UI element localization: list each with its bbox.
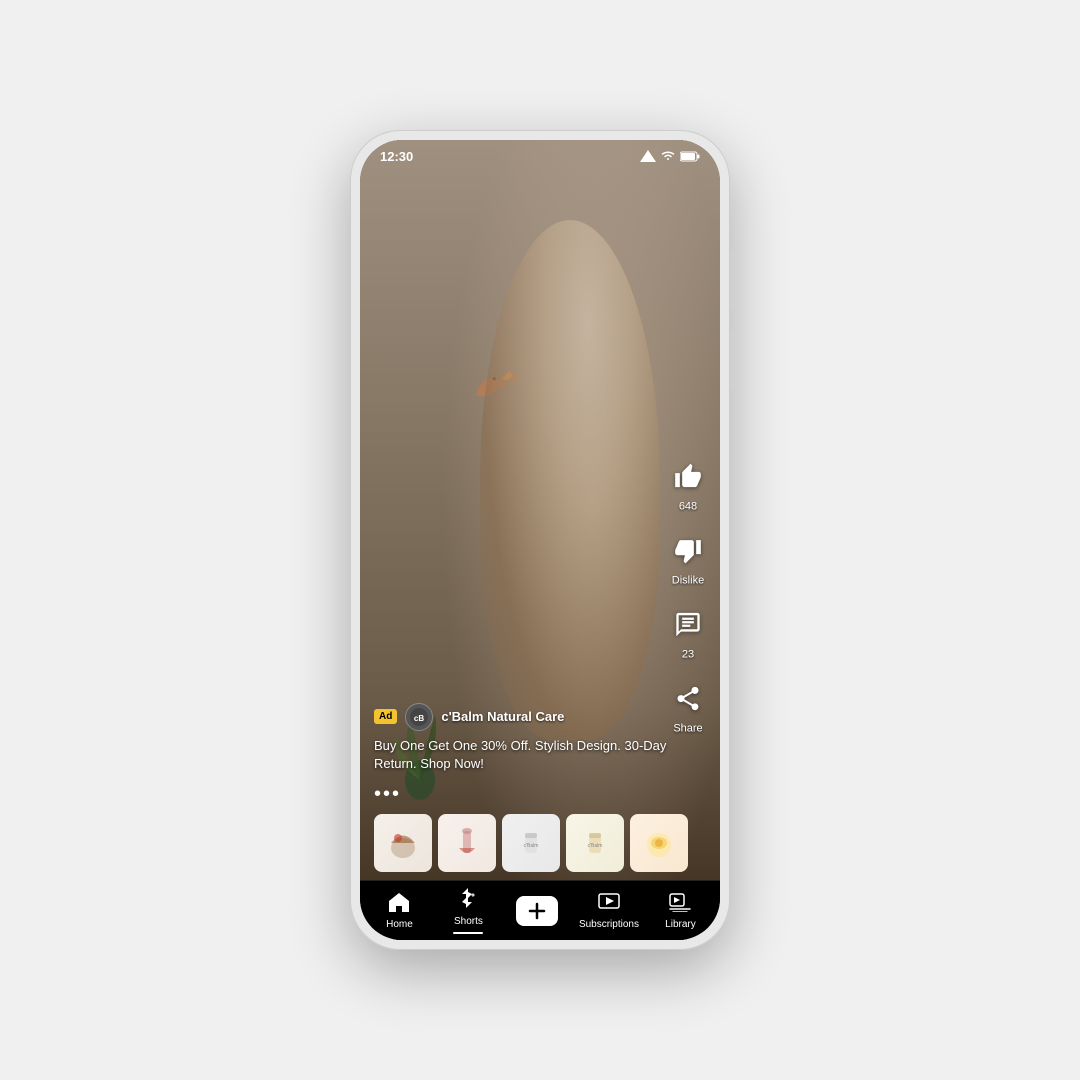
nav-home[interactable]: Home [372,892,427,930]
signal-icon [640,150,656,162]
battery-icon [680,151,700,162]
like-button[interactable]: 648 [668,457,708,513]
svg-text:c'Balm: c'Balm [588,843,603,849]
comment-count: 23 [682,649,694,661]
phone-screen: 12:30 [360,140,720,940]
person-silhouette [480,220,660,740]
status-bar: 12:30 [360,140,720,172]
time-display: 12:30 [380,149,413,164]
bottom-navigation: Home Shorts [360,880,720,940]
nav-shorts[interactable]: Shorts [441,887,496,934]
wifi-icon [661,151,675,161]
nav-library[interactable]: Library [653,892,708,930]
product-thumb-3[interactable]: c'Balm [502,814,560,872]
more-options-button[interactable]: ••• [360,783,720,806]
ad-badge: Ad [374,709,397,724]
phone-frame: 12:30 [350,130,730,950]
action-buttons-panel: 648 Dislike 23 [668,457,708,735]
library-label: Library [665,919,696,930]
like-icon [668,457,708,497]
ad-description: Buy One Get One 30% Off. Stylish Design.… [374,737,706,773]
product-thumbnails: c'Balm c'Balm [360,806,720,880]
comment-button[interactable]: 23 [668,605,708,661]
subscriptions-label: Subscriptions [579,919,639,930]
status-icons [640,150,700,162]
library-icon [669,892,691,916]
home-icon [388,892,410,916]
advertiser-avatar: cB [405,703,433,731]
comment-icon [668,605,708,645]
dislike-icon [668,531,708,571]
nav-subscriptions[interactable]: Subscriptions [579,892,639,930]
dislike-button[interactable]: Dislike [668,531,708,587]
home-label: Home [386,919,413,930]
svg-text:cB: cB [414,714,424,723]
product-thumb-2[interactable] [438,814,496,872]
advertiser-name: c'Balm Natural Care [441,709,564,724]
dislike-label: Dislike [672,575,704,587]
ad-info-section: Ad cB c'Balm Natural Care Buy One Get On… [360,703,720,783]
bottom-content-area: Ad cB c'Balm Natural Care Buy One Get On… [360,703,720,880]
like-count: 648 [679,501,697,513]
add-icon [516,896,558,926]
subscriptions-icon [598,892,620,916]
product-thumb-1[interactable] [374,814,432,872]
product-thumb-5[interactable] [630,814,688,872]
svg-text:c'Balm: c'Balm [524,843,539,849]
ad-header: Ad cB c'Balm Natural Care [374,703,706,731]
shorts-icon [457,887,479,913]
shorts-label: Shorts [454,916,483,927]
nav-add-button[interactable] [510,896,565,926]
product-thumb-4[interactable]: c'Balm [566,814,624,872]
